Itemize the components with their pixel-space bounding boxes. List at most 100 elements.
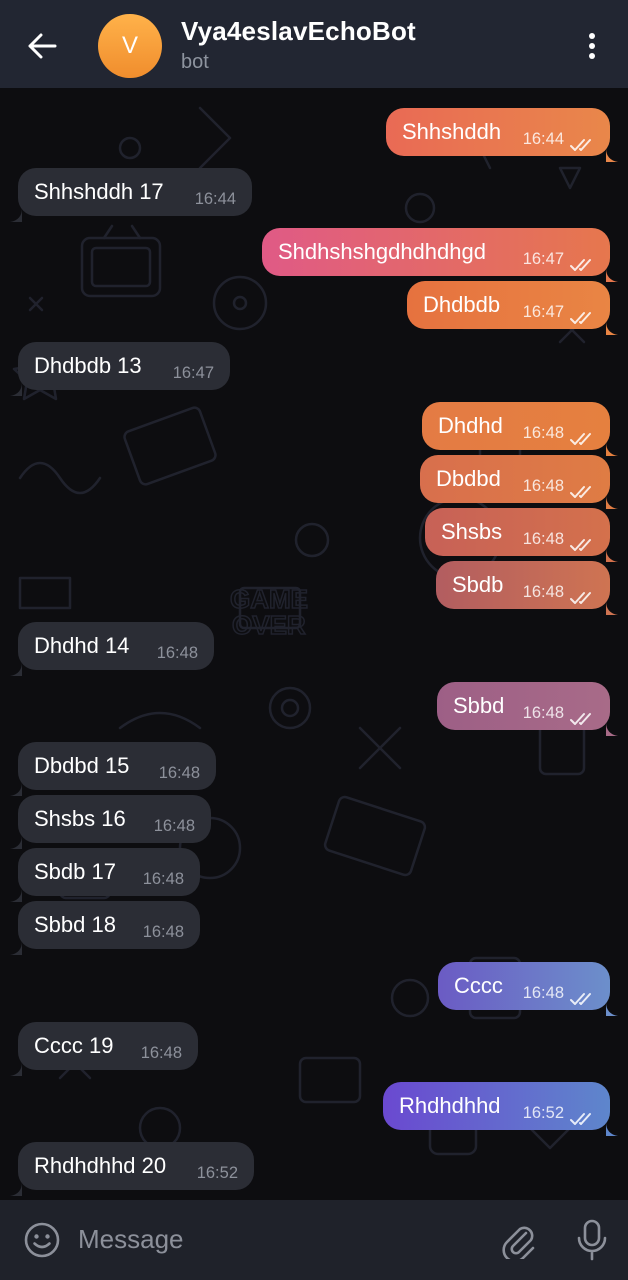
incoming-message[interactable]: Sbbd 18 16:48	[10, 901, 200, 955]
message-time: 16:48	[142, 869, 184, 888]
incoming-message[interactable]: Dbdbd 15 16:48	[10, 742, 216, 796]
message-time: 16:52	[196, 1163, 238, 1182]
chat-title[interactable]: Vya4eslavEchoBot	[181, 16, 416, 47]
bubble-tail	[606, 315, 618, 335]
message-text: Dbdbd 15	[34, 753, 130, 778]
message-time: 16:47	[522, 302, 564, 321]
double-check-icon	[570, 479, 596, 498]
avatar[interactable]: V	[98, 14, 162, 78]
message-time: 16:52	[522, 1103, 564, 1122]
message-time: 16:48	[522, 476, 564, 495]
message-text: Sbbd 18	[34, 912, 116, 937]
message-time: 16:47	[172, 363, 214, 382]
back-button[interactable]	[22, 26, 62, 66]
message-text: Cccc 19	[34, 1033, 114, 1058]
message-time: 16:48	[156, 643, 198, 662]
bubble-tail	[606, 1116, 618, 1136]
message-time: 16:48	[153, 816, 195, 835]
message-time: 16:48	[522, 983, 564, 1002]
microphone-icon	[577, 1219, 607, 1261]
message-time: 16:44	[522, 129, 564, 148]
message-time: 16:48	[522, 582, 564, 601]
paperclip-icon	[502, 1226, 535, 1259]
outgoing-message[interactable]: Shhshddh 16:44	[386, 108, 618, 162]
outgoing-message[interactable]: Dhdbdb 16:47	[407, 281, 618, 335]
outgoing-message[interactable]: Dhdhd 16:48	[422, 402, 618, 456]
arrow-left-icon	[28, 33, 57, 59]
message-text: Shdhshshgdhdhdhgd	[278, 239, 486, 264]
message-text: Sbdb	[452, 572, 504, 597]
bubble-tail	[606, 142, 618, 162]
more-menu-button[interactable]	[574, 26, 610, 66]
message-text: Shhshddh	[402, 119, 502, 144]
outgoing-message[interactable]: Shsbs 16:48	[425, 508, 618, 562]
bubble-tail	[606, 262, 618, 282]
message-text: Shhshddh 17	[34, 179, 164, 204]
message-time: 16:48	[142, 922, 184, 941]
message-time: 16:48	[140, 1043, 182, 1062]
message-text: Shsbs	[441, 519, 503, 544]
incoming-message[interactable]: Rhdhdhhd 20 16:52	[10, 1142, 254, 1196]
message-list[interactable]: GAME OVER Shhshddh 16:44 Shhshddh 17 16:44 S…	[0, 88, 628, 1200]
double-check-icon	[570, 252, 596, 271]
bubble-tail	[606, 489, 618, 509]
message-time: 16:48	[158, 763, 200, 782]
message-time: 16:47	[522, 249, 564, 268]
bubble-tail	[606, 436, 618, 456]
message-time: 16:44	[194, 189, 236, 208]
emoji-button[interactable]	[22, 1220, 62, 1260]
smiley-icon	[24, 1222, 60, 1258]
outgoing-message[interactable]: Dbdbd 16:48	[420, 455, 618, 509]
outgoing-message[interactable]: Cccc 16:48	[438, 962, 618, 1016]
bubble-tail	[10, 376, 22, 396]
bubble-tail	[10, 829, 22, 849]
double-check-icon	[570, 132, 596, 151]
double-check-icon	[570, 1106, 596, 1125]
bubble-tail	[606, 595, 618, 615]
message-text: Dhdhd 14	[34, 633, 130, 658]
chat-subtitle: bot	[181, 51, 209, 73]
message-time: 16:48	[522, 423, 564, 442]
message-text: Rhdhdhhd	[399, 1093, 501, 1118]
incoming-message[interactable]: Dhdhd 14 16:48	[10, 622, 214, 676]
incoming-message[interactable]: Dhdbdb 13 16:47	[10, 342, 230, 396]
bubble-tail	[10, 935, 22, 955]
message-text: Dbdbd	[436, 466, 501, 491]
bubble-tail	[10, 1056, 22, 1076]
chat-header: V Vya4eslavEchoBot bot	[0, 0, 628, 88]
incoming-message[interactable]: Shsbs 16 16:48	[10, 795, 211, 849]
double-check-icon	[570, 305, 596, 324]
bubble-tail	[10, 882, 22, 902]
incoming-message[interactable]: Cccc 19 16:48	[10, 1022, 198, 1076]
bubble-tail	[606, 996, 618, 1016]
outgoing-message[interactable]: Sbbd 16:48	[437, 682, 618, 736]
bubble-tail	[10, 1176, 22, 1196]
mic-button[interactable]	[572, 1218, 612, 1262]
message-text: Cccc	[454, 973, 503, 998]
bubble-tail	[10, 776, 22, 796]
message-input[interactable]	[76, 1218, 476, 1260]
bubble-tail	[10, 202, 22, 222]
message-text: Dhdbdb 13	[34, 353, 142, 378]
message-time: 16:48	[522, 703, 564, 722]
attach-button[interactable]	[498, 1220, 538, 1260]
vertical-dots-icon	[589, 33, 595, 59]
double-check-icon	[570, 986, 596, 1005]
bubble-tail	[606, 542, 618, 562]
incoming-message[interactable]: Sbdb 17 16:48	[10, 848, 200, 902]
composer	[0, 1200, 628, 1280]
message-text: Sbdb 17	[34, 859, 116, 884]
message-text: Sbbd	[453, 693, 505, 718]
outgoing-message[interactable]: Shdhshshgdhdhdhgd 16:47	[262, 228, 618, 282]
outgoing-message[interactable]: Rhdhdhhd 16:52	[383, 1082, 618, 1136]
incoming-message[interactable]: Shhshddh 17 16:44	[10, 168, 252, 222]
bubble-tail	[606, 716, 618, 736]
message-time: 16:48	[522, 529, 564, 548]
bubble-tail	[10, 656, 22, 676]
double-check-icon	[570, 585, 596, 604]
message-text: Rhdhdhhd 20	[34, 1153, 167, 1178]
message-text: Shsbs 16	[34, 806, 126, 831]
outgoing-message[interactable]: Sbdb 16:48	[436, 561, 618, 615]
chat-screen: V Vya4eslavEchoBot bot GAME OVER Shhshdd…	[0, 0, 628, 1280]
double-check-icon	[570, 532, 596, 551]
